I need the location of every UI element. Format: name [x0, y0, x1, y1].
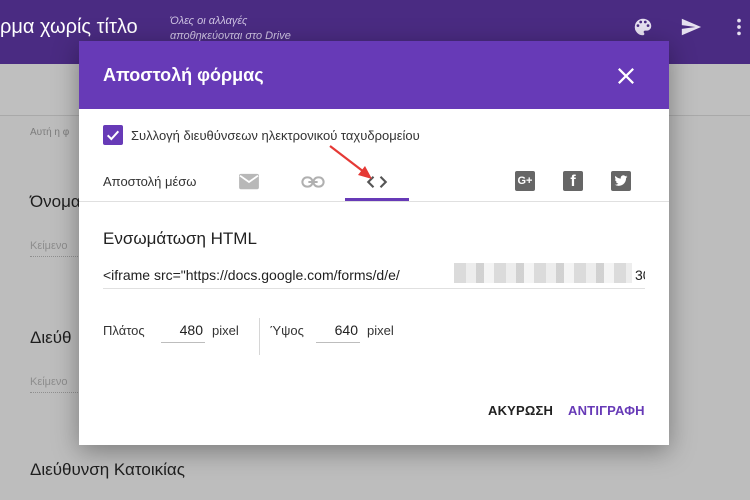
facebook-icon[interactable]: f — [563, 171, 583, 191]
collect-emails-checkbox[interactable] — [103, 125, 123, 145]
collect-emails-label: Συλλογή διευθύνσεων ηλεκτρονικού ταχυδρο… — [131, 127, 420, 143]
tab-link[interactable] — [299, 163, 327, 201]
link-icon — [301, 176, 325, 188]
question-title-address[interactable]: Διεύθ — [30, 328, 71, 348]
width-input[interactable]: 480 — [161, 319, 205, 343]
save-status-line-1: Όλες οι αλλαγές — [170, 15, 248, 27]
annotation-arrow-icon — [329, 145, 372, 179]
save-status: Όλες οι αλλαγές αποθηκεύονται στο Drive — [170, 14, 291, 44]
width-label: Πλάτος — [103, 323, 145, 338]
dialog-header: Αποστολή φόρμας — [79, 41, 669, 109]
email-icon — [239, 173, 259, 190]
twitter-icon[interactable]: t — [611, 171, 631, 191]
close-icon[interactable] — [615, 65, 637, 87]
cancel-button[interactable]: ΑΚΥΡΩΣΗ — [488, 403, 553, 418]
form-title[interactable]: ρμα χωρίς τίτλο — [0, 16, 138, 39]
check-icon — [106, 130, 120, 141]
send-form-dialog: Αποστολή φόρμας Συλλογή διευθύνσεων ηλεκ… — [79, 41, 669, 445]
width-unit: pixel — [212, 323, 239, 338]
height-input[interactable]: 640 — [316, 319, 360, 343]
dialog-title: Αποστολή φόρμας — [103, 65, 264, 85]
google-plus-glyph: G+ — [517, 175, 533, 187]
embed-code-tail: 30 — [635, 267, 645, 283]
twitter-bird-icon — [614, 175, 628, 186]
question-title-home-address[interactable]: Διεύθυνση Κατοικίας — [30, 460, 185, 480]
palette-icon[interactable] — [632, 16, 654, 43]
collect-emails-row: Συλλογή διευθύνσεων ηλεκτρονικού ταχυδρο… — [103, 125, 420, 145]
copy-button[interactable]: ΑΝΤΙΓΡΑΦΗ — [568, 403, 645, 418]
tab-email[interactable] — [235, 163, 263, 201]
google-plus-icon[interactable]: G+ — [515, 171, 535, 191]
send-via-label: Αποστολή μέσω — [103, 174, 197, 189]
height-label: Ύψος — [270, 323, 304, 338]
send-icon[interactable] — [680, 16, 702, 43]
tab-divider — [79, 201, 669, 202]
embed-code-text: <iframe src="https://docs.google.com/for… — [103, 267, 400, 283]
height-unit: pixel — [367, 323, 394, 338]
question-title-name[interactable]: Όνομα — [30, 192, 81, 212]
redacted-url-region — [454, 263, 632, 283]
form-description[interactable]: Αυτή η φ — [30, 127, 69, 138]
more-vert-icon[interactable] — [728, 16, 750, 43]
dimension-divider — [259, 318, 260, 355]
embed-html-heading: Ενσωμάτωση HTML — [103, 229, 257, 248]
facebook-glyph: f — [570, 173, 576, 190]
